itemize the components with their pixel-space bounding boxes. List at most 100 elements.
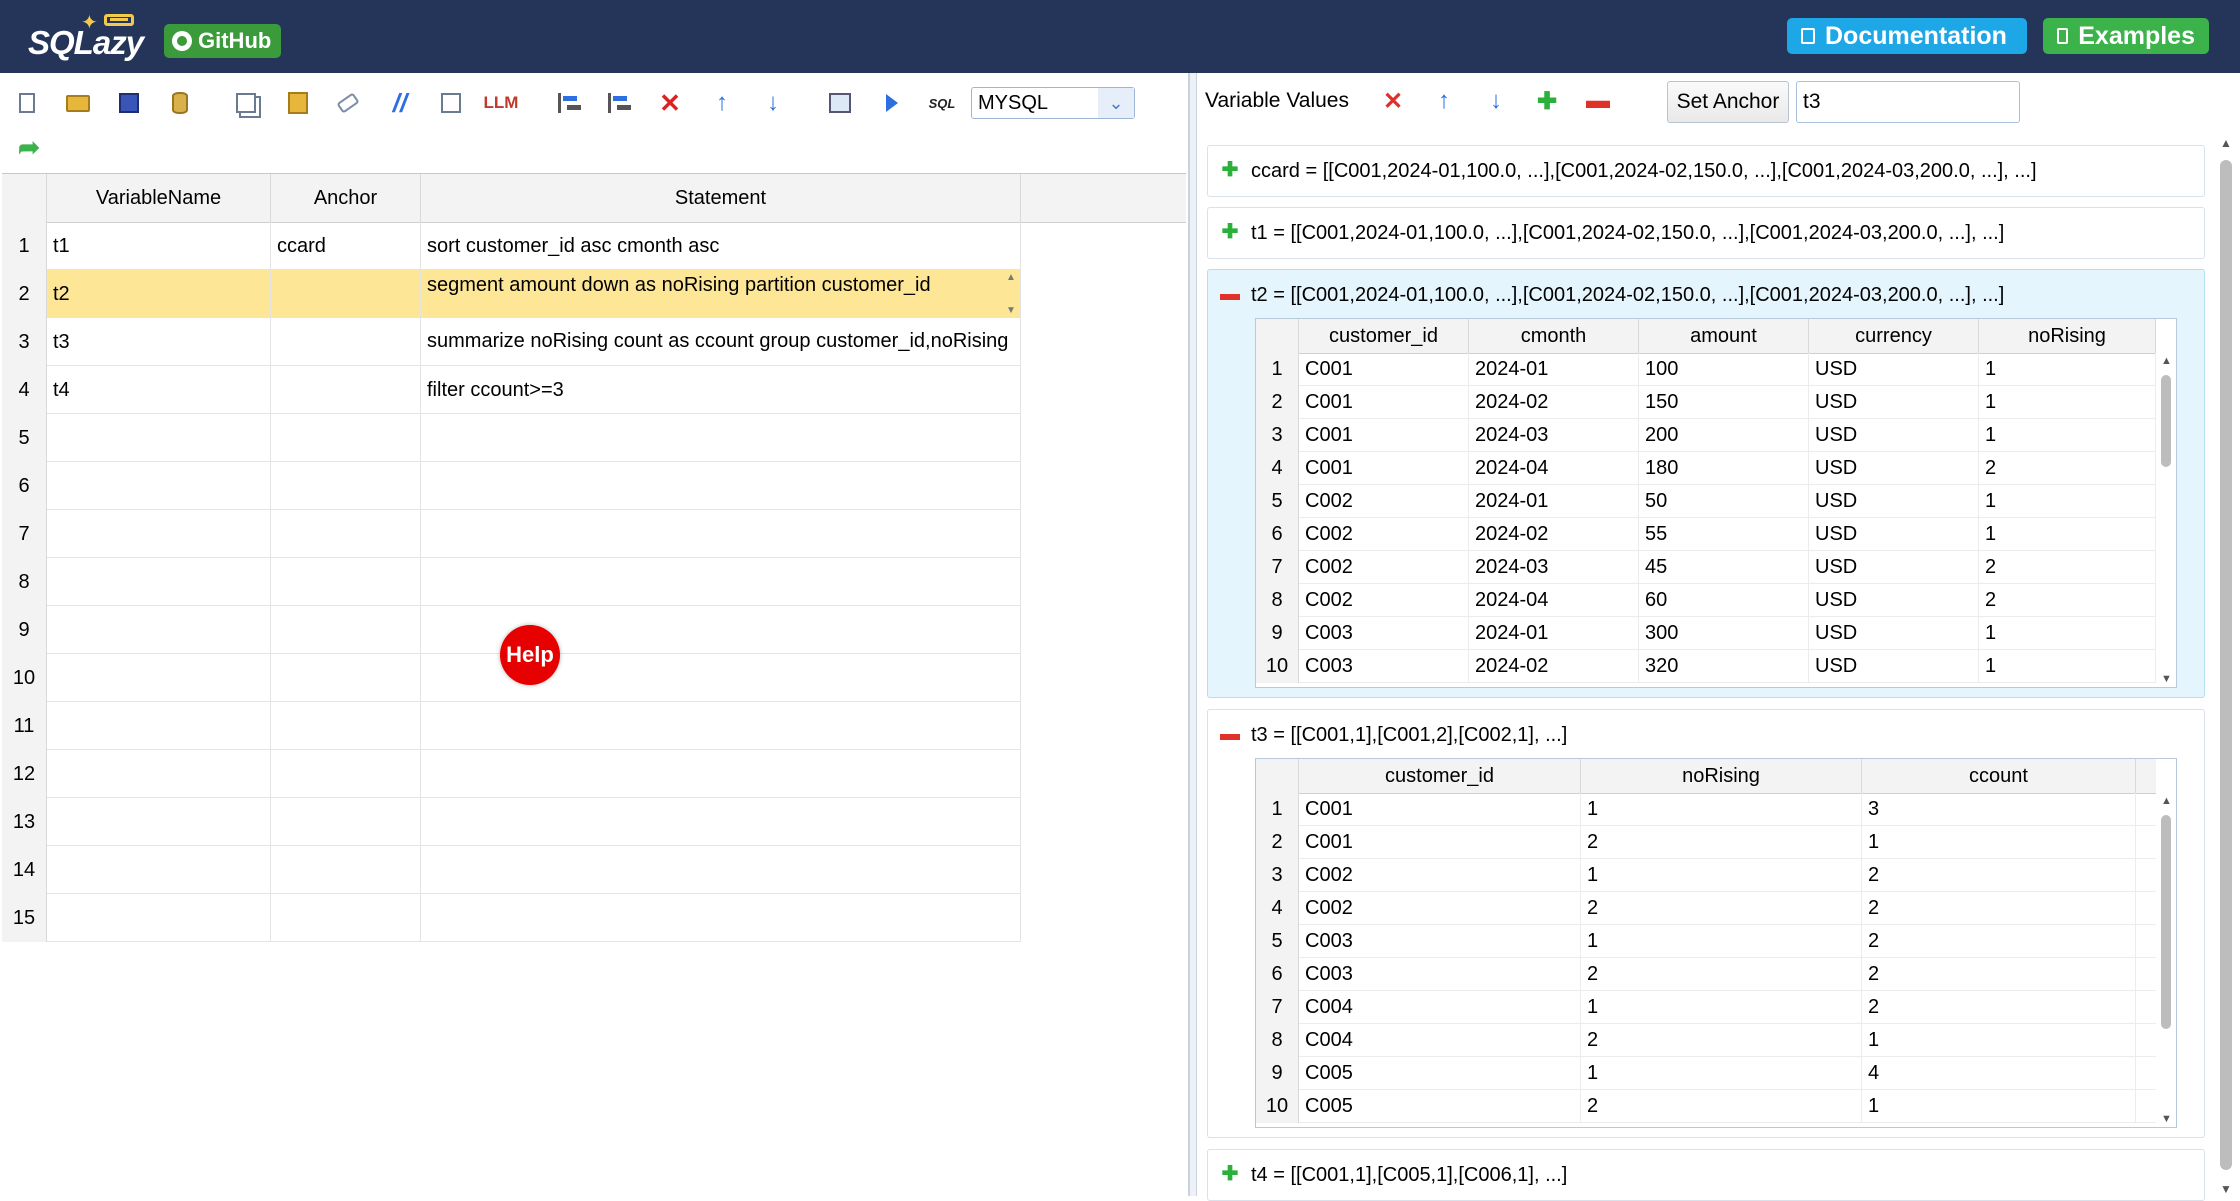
variable-name-cell[interactable] bbox=[47, 606, 271, 654]
statement-cell[interactable]: sort customer_id asc cmonth asc bbox=[421, 222, 1021, 270]
table-cell[interactable]: 3 bbox=[1862, 793, 2136, 826]
column-header[interactable]: currency bbox=[1809, 319, 1979, 353]
table-cell[interactable]: 1 bbox=[1979, 419, 2156, 452]
scroll-thumb[interactable] bbox=[2161, 815, 2171, 1029]
table-cell[interactable]: 2 bbox=[1979, 584, 2156, 617]
variable-name-cell[interactable] bbox=[47, 798, 271, 846]
statement-cell[interactable]: filter ccount>=3 bbox=[421, 366, 1021, 414]
statement-cell[interactable] bbox=[421, 462, 1021, 510]
table-cell[interactable]: 1 bbox=[1581, 1057, 1862, 1090]
run-icon[interactable] bbox=[878, 89, 906, 117]
table-row[interactable]: 6 C003 2 2 bbox=[1256, 958, 2156, 991]
anchor-cell[interactable] bbox=[271, 750, 421, 798]
insert-child-icon[interactable] bbox=[605, 89, 633, 117]
table-cell[interactable]: C004 bbox=[1299, 1024, 1581, 1057]
grid-row[interactable]: 3 t3 summarize noRising count as ccount gr… bbox=[2, 318, 1021, 366]
paste-icon[interactable] bbox=[284, 89, 312, 117]
grid-row[interactable]: 13 bbox=[2, 798, 1021, 846]
table-cell[interactable]: C002 bbox=[1299, 518, 1469, 551]
scroll-down-icon[interactable]: ▼ bbox=[2161, 673, 2172, 685]
grid-row[interactable]: 1 t1 ccard sort customer_id asc cmonth asc bbox=[2, 222, 1021, 270]
table-row[interactable]: 9 C003 2024-01 300 USD 1 bbox=[1256, 617, 2156, 650]
table-cell[interactable]: 1 bbox=[1581, 859, 1862, 892]
table-cell[interactable]: 1 bbox=[1581, 991, 1862, 1024]
new-file-icon[interactable] bbox=[13, 89, 41, 117]
table-cell[interactable]: 300 bbox=[1639, 617, 1809, 650]
edit-icon[interactable] bbox=[437, 89, 465, 117]
anchor-cell[interactable] bbox=[271, 654, 421, 702]
statement-cell[interactable]: segment amount down as noRising partitio… bbox=[421, 270, 1021, 318]
table-cell[interactable]: 1 bbox=[1979, 353, 2156, 386]
table-cell[interactable]: C001 bbox=[1299, 419, 1469, 452]
table-row[interactable]: 3 C001 2024-03 200 USD 1 bbox=[1256, 419, 2156, 452]
table-cell[interactable]: 1 bbox=[1581, 793, 1862, 826]
anchor-cell[interactable] bbox=[271, 798, 421, 846]
table-row[interactable]: 1 C001 2024-01 100 USD 1 bbox=[1256, 353, 2156, 386]
table-cell[interactable]: C001 bbox=[1299, 386, 1469, 419]
table-cell[interactable]: USD bbox=[1809, 485, 1979, 518]
scroll-up-icon[interactable]: ▲ bbox=[1006, 272, 1016, 283]
variable-panel-header[interactable]: ✚ ccard = [[C001,2024-01,100.0, ...],[C00… bbox=[1208, 146, 2204, 194]
table-cell[interactable]: 1 bbox=[1979, 518, 2156, 551]
table-cell[interactable]: 1 bbox=[1979, 650, 2156, 683]
table-cell[interactable]: 2 bbox=[1979, 452, 2156, 485]
sqlazy-logo[interactable]: ✦ SQLazy bbox=[26, 10, 146, 61]
collapse-all-icon[interactable]: ▬ bbox=[1584, 87, 1612, 115]
set-anchor-button[interactable]: Set Anchor bbox=[1667, 81, 1789, 123]
table-scrollbar[interactable]: ▲ ▼ bbox=[2156, 793, 2176, 1127]
preview-icon[interactable] bbox=[826, 89, 854, 117]
delete-row-icon[interactable]: ✕ bbox=[656, 88, 684, 118]
table-row[interactable]: 8 C002 2024-04 60 USD 2 bbox=[1256, 584, 2156, 617]
anchor-cell[interactable] bbox=[271, 318, 421, 366]
table-cell[interactable]: 1 bbox=[1979, 617, 2156, 650]
variable-panel-header[interactable]: ▬ t3 = [[C001,1],[C001,2],[C002,1], ...] bbox=[1208, 710, 2204, 758]
open-folder-icon[interactable] bbox=[64, 89, 92, 117]
variable-name-cell[interactable] bbox=[47, 462, 271, 510]
table-cell[interactable]: C002 bbox=[1299, 584, 1469, 617]
table-cell[interactable]: 1 bbox=[1862, 1090, 2136, 1123]
anchor-cell[interactable] bbox=[271, 414, 421, 462]
variable-name-cell[interactable]: t3 bbox=[47, 318, 271, 366]
anchor-cell[interactable] bbox=[271, 894, 421, 942]
table-cell[interactable]: 2024-02 bbox=[1469, 386, 1639, 419]
table-cell[interactable]: 2024-03 bbox=[1469, 551, 1639, 584]
table-cell[interactable]: C001 bbox=[1299, 826, 1581, 859]
save-icon[interactable] bbox=[115, 89, 143, 117]
anchor-cell[interactable] bbox=[271, 558, 421, 606]
statement-cell[interactable] bbox=[421, 510, 1021, 558]
table-cell[interactable]: 100 bbox=[1639, 353, 1809, 386]
table-cell[interactable]: 45 bbox=[1639, 551, 1809, 584]
github-button[interactable]: GitHub bbox=[164, 24, 282, 58]
statement-cell[interactable] bbox=[421, 798, 1021, 846]
close-icon[interactable]: ✕ bbox=[1379, 87, 1407, 115]
table-cell[interactable]: 150 bbox=[1639, 386, 1809, 419]
variable-name-cell[interactable] bbox=[47, 654, 271, 702]
table-scrollbar[interactable]: ▲ ▼ bbox=[2156, 353, 2176, 687]
llm-icon[interactable]: LLM bbox=[484, 89, 519, 117]
table-cell[interactable]: C002 bbox=[1299, 485, 1469, 518]
table-cell[interactable]: 180 bbox=[1639, 452, 1809, 485]
table-row[interactable]: 4 C001 2024-04 180 USD 2 bbox=[1256, 452, 2156, 485]
collapse-icon[interactable]: ▬ bbox=[1220, 284, 1240, 304]
grid-row[interactable]: 15 bbox=[2, 894, 1021, 942]
table-cell[interactable]: 2024-04 bbox=[1469, 584, 1639, 617]
table-row[interactable]: 3 C002 1 2 bbox=[1256, 859, 2156, 892]
table-cell[interactable]: 2 bbox=[1581, 1024, 1862, 1057]
column-header[interactable]: customer_id bbox=[1299, 319, 1469, 353]
table-cell[interactable]: 2 bbox=[1979, 551, 2156, 584]
statement-cell[interactable] bbox=[421, 702, 1021, 750]
anchor-cell[interactable]: ccard bbox=[271, 222, 421, 270]
table-cell[interactable]: 2 bbox=[1581, 1090, 1862, 1123]
table-cell[interactable]: 2 bbox=[1581, 892, 1862, 925]
redo-icon[interactable]: ➦ bbox=[15, 132, 43, 162]
help-button[interactable]: Help bbox=[500, 625, 560, 685]
table-cell[interactable]: C001 bbox=[1299, 793, 1581, 826]
eraser-icon[interactable] bbox=[334, 89, 362, 117]
table-row[interactable]: 8 C004 2 1 bbox=[1256, 1024, 2156, 1057]
expand-icon[interactable]: ✚ bbox=[1222, 160, 1239, 180]
sql-icon[interactable]: SQL bbox=[928, 89, 956, 117]
statement-cell[interactable] bbox=[421, 750, 1021, 798]
table-cell[interactable]: 1 bbox=[1862, 1024, 2136, 1057]
table-cell[interactable]: 2024-01 bbox=[1469, 353, 1639, 386]
table-cell[interactable]: 1 bbox=[1581, 925, 1862, 958]
